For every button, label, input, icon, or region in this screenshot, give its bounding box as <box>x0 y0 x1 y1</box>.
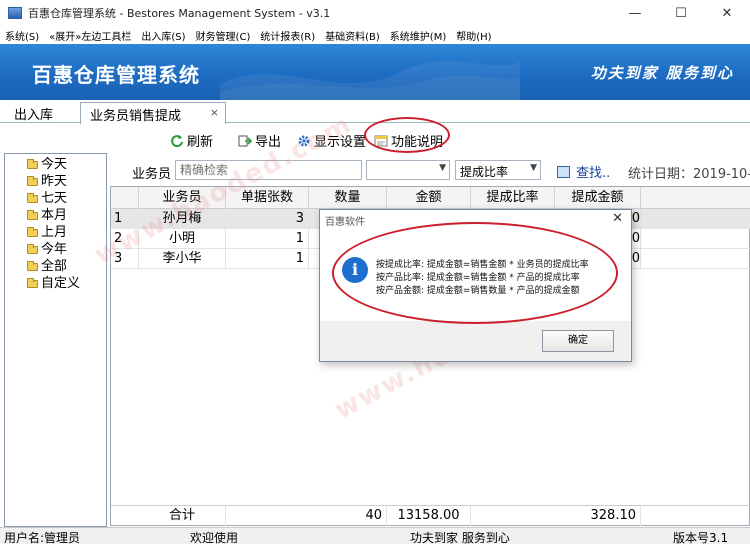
export-icon <box>238 134 252 148</box>
title-bar: 百惠仓库管理系统 - Bestores Management System - … <box>0 0 750 26</box>
tree-item-yesterday[interactable]: 昨天 <box>27 174 67 190</box>
dialog-line: 按产品比率: 提成金额=销售金额 * 产品的提成比率 <box>376 273 580 283</box>
tree-item-this-month[interactable]: 本月 <box>27 208 67 224</box>
filter-combo[interactable]: ▼ <box>366 160 450 180</box>
refresh-label: 刷新 <box>187 135 214 150</box>
menu-reports[interactable]: 统计报表(R) <box>255 28 320 43</box>
filter-row: 业务员 ▼ 提成比率 ▼ 查找.. 统计日期：2019-10-01 <box>110 158 750 184</box>
minimize-button[interactable]: — <box>612 0 658 26</box>
refresh-icon <box>170 134 184 148</box>
col-commission-header[interactable]: 提成金额 <box>555 187 641 209</box>
total-qty: 40 <box>309 506 387 526</box>
tree-item-today[interactable]: 今天 <box>27 157 67 173</box>
dialog-footer: 确定 <box>320 321 631 361</box>
total-amount: 13158.00 <box>387 506 471 526</box>
menu-expand-toolbar[interactable]: «展开»左边工具栏 <box>44 28 136 43</box>
table-header: 业务员 单据张数 数量 金额 提成比率 提成金额 <box>111 187 750 209</box>
tab-bar: 出入库 业务员销售提成 × <box>0 100 750 124</box>
display-settings-label: 显示设置 <box>314 135 367 150</box>
status-user: 用户名:管理员 <box>4 531 81 544</box>
chevron-down-icon: ▼ <box>439 163 446 173</box>
menu-maintenance[interactable]: 系统维护(M) <box>385 28 451 43</box>
total-commission: 328.10 <box>555 506 641 526</box>
col-qty-header[interactable]: 数量 <box>309 187 387 209</box>
col-salesman-header[interactable]: 业务员 <box>139 187 226 209</box>
tab-close-icon[interactable]: × <box>210 106 219 119</box>
find-icon <box>557 165 570 178</box>
feature-help-button[interactable]: 功能说明 <box>374 131 443 150</box>
close-window-button[interactable]: ✕ <box>704 0 750 26</box>
ratio-type-select[interactable]: 提成比率 ▼ <box>455 160 541 180</box>
menu-base-data[interactable]: 基础资料(B) <box>320 28 385 43</box>
tab-label: 业务员销售提成 <box>90 109 182 124</box>
folder-icon <box>27 227 38 237</box>
menu-finance[interactable]: 财务管理(C) <box>191 28 256 43</box>
tab-salesman-commission[interactable]: 业务员销售提成 × <box>80 102 226 124</box>
stat-date: 统计日期：2019-10-01 <box>628 167 750 182</box>
chevron-down-icon: ▼ <box>530 163 537 173</box>
find-button[interactable]: 查找.. <box>557 162 610 181</box>
folder-icon <box>27 261 38 271</box>
document-icon <box>374 134 388 148</box>
col-ratio-header[interactable]: 提成比率 <box>471 187 555 209</box>
folder-icon <box>27 210 38 220</box>
window-title: 百惠仓库管理系统 - Bestores Management System - … <box>28 7 331 20</box>
col-index-header <box>111 187 139 209</box>
tree-item-this-year[interactable]: 今年 <box>27 242 67 258</box>
toolbar: 刷新 导出 显示设置 功能说明 <box>0 124 750 154</box>
refresh-button[interactable]: 刷新 <box>170 131 213 150</box>
menu-help[interactable]: 帮助(H) <box>451 28 496 43</box>
window-controls: — ☐ ✕ <box>612 0 750 26</box>
folder-icon <box>27 193 38 203</box>
status-welcome: 欢迎使用 <box>190 531 239 544</box>
gear-icon <box>297 134 311 148</box>
dialog-close-icon[interactable]: ✕ <box>612 211 623 226</box>
banner-slogan: 功夫到家 服务到心 <box>590 64 734 82</box>
folder-icon <box>27 244 38 254</box>
app-banner: 百惠仓库管理系统 功夫到家 服务到心 <box>0 44 750 100</box>
info-dialog: 百惠软件 ✕ i 按提成比率: 提成金额=销售金额 * 业务员的提成比率 按产品… <box>319 209 632 362</box>
tree-item-last-month[interactable]: 上月 <box>27 225 67 241</box>
status-version: 版本号3.1 <box>673 531 729 544</box>
app-title: 百惠仓库管理系统 <box>32 63 200 87</box>
app-icon <box>8 7 22 19</box>
ok-button[interactable]: 确定 <box>542 330 614 352</box>
dialog-line: 按提成比率: 提成金额=销售金额 * 业务员的提成比率 <box>376 260 589 270</box>
folder-icon <box>27 159 38 169</box>
dialog-line: 按产品金额: 提成金额=销售数量 * 产品的提成金额 <box>376 286 580 296</box>
export-label: 导出 <box>255 135 282 150</box>
tree-item-seven-days[interactable]: 七天 <box>27 191 67 207</box>
menu-in-out[interactable]: 出入库(S) <box>136 28 190 43</box>
tree-item-all[interactable]: 全部 <box>27 259 67 275</box>
status-slogan: 功夫到家 服务到心 <box>410 531 510 544</box>
status-bar: 用户名:管理员 欢迎使用 功夫到家 服务到心 版本号3.1 <box>0 527 750 544</box>
table-total-row: 合计 40 13158.00 328.10 <box>111 505 750 526</box>
tab-in-out[interactable]: 出入库 <box>14 104 53 123</box>
display-settings-button[interactable]: 显示设置 <box>297 131 366 150</box>
col-amount-header[interactable]: 金额 <box>387 187 471 209</box>
folder-icon <box>27 176 38 186</box>
col-doc-count-header[interactable]: 单据张数 <box>226 187 309 209</box>
export-button[interactable]: 导出 <box>238 131 281 150</box>
banner-decoration <box>220 61 520 100</box>
maximize-button[interactable]: ☐ <box>658 0 704 26</box>
salesman-search-input[interactable] <box>175 160 362 180</box>
ratio-type-value: 提成比率 <box>460 165 509 179</box>
salesman-label: 业务员 <box>132 167 172 182</box>
dialog-title: 百惠软件 <box>325 217 365 228</box>
date-range-tree: 今天 昨天 七天 本月 上月 今年 全部 自定义 <box>4 153 107 527</box>
find-label: 查找.. <box>576 166 611 181</box>
total-label: 合计 <box>139 506 226 526</box>
info-icon: i <box>342 257 368 283</box>
menu-system[interactable]: 系统(S) <box>0 28 44 43</box>
tree-item-custom[interactable]: 自定义 <box>27 276 80 292</box>
folder-icon <box>27 278 38 288</box>
feature-help-label: 功能说明 <box>391 135 444 150</box>
menu-bar: 系统(S) «展开»左边工具栏 出入库(S) 财务管理(C) 统计报表(R) 基… <box>0 26 750 44</box>
